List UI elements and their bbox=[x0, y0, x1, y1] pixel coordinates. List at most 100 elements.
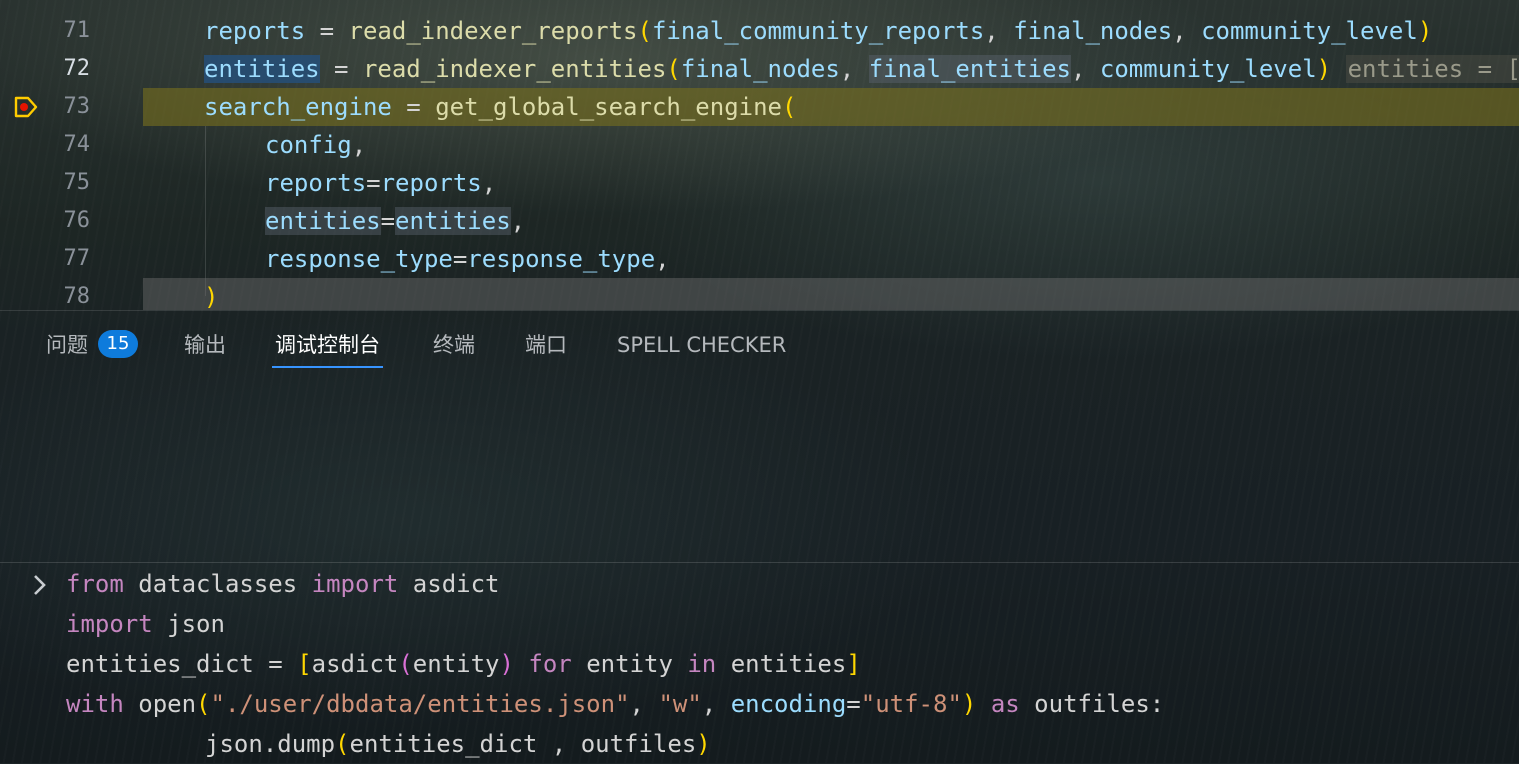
code-content[interactable]: reports = read_indexer_reports(final_com… bbox=[143, 12, 1519, 50]
code-token: , bbox=[701, 690, 731, 718]
editor-line[interactable]: 72 entities = read_indexer_entities(final… bbox=[0, 50, 1519, 88]
tab-debug-console[interactable]: 调试控制台 bbox=[272, 322, 383, 368]
code-token: = bbox=[391, 93, 436, 121]
code-token: config bbox=[265, 131, 352, 159]
line-gutter[interactable]: 73 bbox=[0, 88, 143, 126]
tab-debug-console-label: 调试控制台 bbox=[275, 333, 380, 357]
editor-line[interactable]: 78) bbox=[0, 278, 1519, 310]
code-token: ) bbox=[961, 690, 977, 718]
console-input-line: json.dump(entities_dict , outfiles) bbox=[205, 724, 711, 764]
code-token: , bbox=[510, 207, 526, 235]
code-token: ( bbox=[666, 55, 681, 83]
code-token: final_nodes bbox=[1013, 17, 1173, 45]
code-text: reports = read_indexer_reports(final_com… bbox=[204, 12, 1432, 50]
tab-ports-label: 端口 bbox=[525, 333, 567, 357]
code-token: ) bbox=[1316, 55, 1332, 83]
code-token: in bbox=[687, 650, 717, 678]
code-token: reports bbox=[204, 17, 306, 45]
code-token: = bbox=[305, 17, 349, 45]
line-gutter[interactable]: 71 bbox=[0, 12, 143, 50]
code-token: json bbox=[152, 610, 225, 638]
code-token: [ bbox=[297, 650, 312, 678]
code-token: "w" bbox=[658, 690, 702, 718]
code-token: entities bbox=[395, 207, 511, 235]
debug-console-input[interactable]: from dataclasses import asdict import jso… bbox=[0, 566, 1519, 763]
editor-line[interactable]: 75 reports=reports, bbox=[0, 164, 1519, 202]
tab-spell-checker-label: SPELL CHECKER bbox=[617, 333, 787, 357]
console-input-line: entities_dict = [asdict(entity) for enti… bbox=[66, 644, 861, 684]
console-input-divider bbox=[0, 562, 1519, 563]
code-editor[interactable]: 71 reports = read_indexer_reports(final_c… bbox=[0, 0, 1519, 310]
code-token: entities_dict = bbox=[66, 650, 298, 678]
code-content[interactable]: search_engine = get_global_search_engine… bbox=[143, 88, 1519, 126]
code-content[interactable]: ) bbox=[143, 278, 1519, 310]
code-token: entities bbox=[716, 650, 847, 678]
code-token: import bbox=[311, 570, 399, 598]
code-token: , bbox=[629, 690, 659, 718]
code-content[interactable]: entities = read_indexer_entities(final_n… bbox=[143, 50, 1519, 88]
code-token: with bbox=[66, 690, 124, 718]
editor-line[interactable]: 71 reports = read_indexer_reports(final_c… bbox=[0, 12, 1519, 50]
line-number: 71 bbox=[63, 18, 91, 43]
tab-spell-checker[interactable]: SPELL CHECKER bbox=[617, 322, 786, 366]
code-token: community_level bbox=[1099, 55, 1317, 83]
line-gutter[interactable]: 75 bbox=[0, 164, 143, 202]
code-token: , bbox=[1071, 55, 1100, 83]
editor-line[interactable]: 76 entities=entities, bbox=[0, 202, 1519, 240]
code-text: search_engine = get_global_search_engine… bbox=[204, 88, 796, 126]
tab-terminal[interactable]: 终端 bbox=[433, 322, 475, 366]
code-token: outfiles: bbox=[1019, 690, 1165, 718]
code-token: , bbox=[481, 169, 497, 197]
editor-line[interactable]: 73 search_engine = get_global_search_engi… bbox=[0, 88, 1519, 126]
code-content[interactable]: response_type=response_type, bbox=[143, 240, 1519, 278]
code-token: from bbox=[66, 570, 124, 598]
tab-output[interactable]: 输出 bbox=[184, 322, 226, 366]
code-token: ( bbox=[781, 93, 797, 121]
line-gutter[interactable]: 77 bbox=[0, 240, 143, 278]
console-input-line: from dataclasses import asdict bbox=[66, 564, 500, 604]
code-token: final_community_reports bbox=[651, 17, 985, 45]
code-token: ] bbox=[846, 650, 861, 678]
line-number: 77 bbox=[63, 246, 91, 271]
code-token: , bbox=[1172, 17, 1202, 45]
code-token: = bbox=[366, 169, 381, 197]
console-input-line: import json bbox=[66, 604, 225, 644]
code-token: community_level bbox=[1201, 17, 1418, 45]
line-gutter[interactable]: 72 bbox=[0, 50, 143, 88]
tab-ports[interactable]: 端口 bbox=[525, 322, 567, 366]
active-tab-indicator bbox=[272, 366, 383, 368]
code-token: = bbox=[380, 207, 396, 235]
code-token: ( bbox=[335, 730, 350, 758]
code-token: response_type bbox=[467, 245, 656, 273]
line-number: 76 bbox=[63, 208, 91, 233]
line-number: 72 bbox=[63, 56, 91, 81]
code-token: "utf-8" bbox=[860, 690, 962, 718]
editor-line[interactable]: 74 config, bbox=[0, 126, 1519, 164]
code-token: = bbox=[846, 690, 861, 718]
line-number: 75 bbox=[63, 170, 91, 195]
tab-problems[interactable]: 问题 15 bbox=[46, 322, 138, 366]
code-token: entities_dict , outfiles bbox=[349, 730, 697, 758]
code-token: ) bbox=[499, 650, 514, 678]
code-content[interactable]: config, bbox=[143, 126, 1519, 164]
console-input-line: with open("./user/dbdata/entities.json",… bbox=[66, 684, 1164, 724]
panel-tab-bar: 问题 15 输出 调试控制台 终端 端口 SPELL CHECKER bbox=[0, 322, 1519, 370]
code-token: "./user/dbdata/entities.json" bbox=[210, 690, 630, 718]
code-content[interactable]: entities=entities, bbox=[143, 202, 1519, 240]
code-text: entities=entities, bbox=[265, 202, 525, 240]
code-token: , bbox=[839, 55, 869, 83]
panel-border bbox=[0, 310, 1519, 311]
code-token: ) bbox=[204, 283, 219, 310]
line-gutter[interactable]: 76 bbox=[0, 202, 143, 240]
code-token: ( bbox=[637, 17, 652, 45]
line-gutter[interactable]: 78 bbox=[0, 278, 143, 310]
code-token: entity bbox=[412, 650, 500, 678]
editor-line[interactable]: 77 response_type=response_type, bbox=[0, 240, 1519, 278]
code-token: = bbox=[452, 245, 468, 273]
line-gutter[interactable]: 74 bbox=[0, 126, 143, 164]
line-number: 73 bbox=[63, 94, 91, 119]
code-content[interactable]: reports=reports, bbox=[143, 164, 1519, 202]
code-text: config, bbox=[265, 126, 366, 164]
